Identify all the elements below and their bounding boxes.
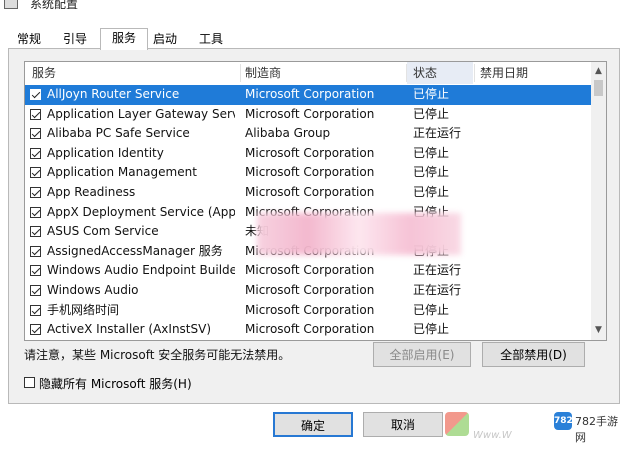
status-cell: 已停止 bbox=[413, 302, 450, 317]
tab-strip: 常规 引导 服务 启动 工具 bbox=[0, 28, 630, 50]
services-list[interactable]: 服务 制造商 状态 禁用日期 AllJoyn Router Service Mic… bbox=[24, 61, 607, 341]
service-checkbox[interactable] bbox=[30, 324, 41, 336]
service-checkbox[interactable] bbox=[30, 304, 41, 316]
manufacturer-cell: Microsoft Corporation bbox=[245, 106, 375, 121]
watermark-url: Www.W bbox=[473, 430, 512, 441]
redaction-blur bbox=[257, 213, 461, 255]
service-name: Application Identity bbox=[47, 145, 164, 160]
service-name: App Readiness bbox=[47, 185, 136, 199]
manufacturer-cell: Microsoft Corporation bbox=[245, 185, 375, 199]
tab-general[interactable]: 常规 bbox=[14, 30, 44, 48]
site-logo-icon: 782 bbox=[554, 412, 573, 430]
manufacturer-cell: Alibaba Group bbox=[245, 126, 331, 141]
table-row[interactable]: Windows Audio Microsoft Corporation 正在运行 bbox=[25, 281, 591, 301]
service-name: AppX Deployment Service (AppX... bbox=[47, 204, 235, 219]
table-row[interactable]: Application Identity Microsoft Corporatio… bbox=[25, 144, 591, 164]
hide-microsoft-services-label[interactable]: 隐藏所有 Microsoft 服务(H) bbox=[39, 375, 192, 392]
service-name: ASUS Com Service bbox=[47, 224, 159, 239]
windows-flag-icon bbox=[445, 412, 469, 436]
service-checkbox[interactable] bbox=[30, 187, 41, 198]
column-header-disabled-date[interactable]: 禁用日期 bbox=[480, 62, 580, 84]
tab-tools[interactable]: 工具 bbox=[196, 30, 226, 48]
table-row[interactable]: App Readiness Microsoft Corporation 已停止 bbox=[25, 183, 591, 203]
service-name: 手机网络时间 bbox=[47, 302, 120, 317]
service-name: Application Layer Gateway Service bbox=[47, 106, 235, 121]
column-header-service[interactable]: 服务 bbox=[32, 62, 232, 84]
service-checkbox[interactable] bbox=[30, 265, 41, 277]
table-row[interactable]: 手机网络时间 Microsoft Corporation 已停止 bbox=[25, 301, 591, 321]
table-row[interactable]: Windows Audio Endpoint Builder Microsoft … bbox=[25, 261, 591, 281]
service-checkbox[interactable] bbox=[30, 128, 41, 140]
windows-watermark: Www.W bbox=[445, 410, 545, 450]
service-name: Alibaba PC Safe Service bbox=[47, 126, 190, 141]
manufacturer-cell: Microsoft Corporation bbox=[245, 87, 375, 101]
cancel-button[interactable]: 取消 bbox=[363, 412, 443, 437]
table-row[interactable]: Alibaba PC Safe Service Alibaba Group 正在运行 bbox=[25, 124, 591, 144]
manufacturer-cell: Microsoft Corporation bbox=[245, 263, 375, 278]
table-row[interactable]: ActiveX Installer (AxInstSV) Microsoft Co… bbox=[25, 320, 591, 340]
scroll-down-icon[interactable]: ▼ bbox=[591, 323, 606, 338]
manufacturer-cell: Microsoft Corporation bbox=[245, 283, 375, 297]
service-checkbox[interactable] bbox=[30, 226, 41, 238]
service-checkbox[interactable] bbox=[30, 89, 41, 100]
site-logo-text: 782手游网 bbox=[575, 415, 618, 444]
tab-startup[interactable]: 启动 bbox=[150, 30, 180, 48]
status-cell: 正在运行 bbox=[413, 283, 462, 297]
service-checkbox[interactable] bbox=[30, 108, 41, 120]
service-name: Windows Audio bbox=[47, 283, 139, 297]
column-divider[interactable] bbox=[240, 64, 241, 82]
manufacturer-cell: Microsoft Corporation bbox=[245, 302, 375, 317]
manufacturer-cell: Microsoft Corporation bbox=[245, 165, 375, 180]
column-header-manufacturer[interactable]: 制造商 bbox=[245, 62, 405, 84]
service-name: Windows Audio Endpoint Builder bbox=[47, 263, 235, 278]
table-row[interactable]: Application Management Microsoft Corporat… bbox=[25, 163, 591, 183]
service-name: AssignedAccessManager 服务 bbox=[47, 243, 223, 258]
list-header: 服务 制造商 状态 禁用日期 bbox=[25, 62, 591, 84]
service-name: Application Management bbox=[47, 165, 197, 180]
disable-all-button[interactable]: 全部禁用(D) bbox=[482, 342, 585, 367]
column-header-status[interactable]: 状态 bbox=[407, 62, 473, 84]
service-checkbox[interactable] bbox=[30, 167, 41, 179]
table-row[interactable]: AllJoyn Router Service Microsoft Corporat… bbox=[25, 85, 591, 105]
table-row[interactable]: Application Layer Gateway Service Microso… bbox=[25, 105, 591, 125]
service-checkbox[interactable] bbox=[30, 206, 41, 218]
vertical-scrollbar[interactable]: ▲ ▼ bbox=[591, 62, 606, 340]
status-cell: 已停止 bbox=[413, 145, 450, 160]
status-cell: 正在运行 bbox=[413, 263, 462, 278]
status-cell: 已停止 bbox=[413, 165, 450, 180]
manufacturer-cell: Microsoft Corporation bbox=[245, 145, 375, 160]
tab-services[interactable]: 服务 bbox=[100, 28, 148, 50]
service-name: ActiveX Installer (AxInstSV) bbox=[47, 322, 212, 337]
status-cell: 已停止 bbox=[413, 185, 450, 199]
tab-boot[interactable]: 引导 bbox=[60, 30, 90, 48]
manufacturer-cell: Microsoft Corporation bbox=[245, 322, 375, 337]
site-logo: 782 782手游网 bbox=[554, 410, 624, 444]
hide-microsoft-services-checkbox[interactable] bbox=[24, 377, 35, 388]
service-name: AllJoyn Router Service bbox=[47, 87, 180, 101]
status-cell: 已停止 bbox=[413, 322, 450, 337]
scroll-up-icon[interactable]: ▲ bbox=[591, 64, 606, 79]
title-bar: 系统配置 bbox=[0, 0, 630, 14]
service-checkbox[interactable] bbox=[30, 285, 41, 296]
enable-all-button[interactable]: 全部启用(E) bbox=[373, 342, 471, 367]
scroll-thumb[interactable] bbox=[594, 80, 603, 96]
system-config-icon bbox=[4, 0, 18, 9]
security-services-note: 请注意，某些 Microsoft 安全服务可能无法禁用。 bbox=[24, 348, 291, 362]
window-title: 系统配置 bbox=[30, 0, 79, 11]
status-cell: 已停止 bbox=[413, 106, 450, 121]
status-cell: 正在运行 bbox=[413, 126, 462, 141]
ok-button[interactable]: 确定 bbox=[273, 412, 353, 437]
service-checkbox[interactable] bbox=[30, 245, 41, 257]
column-divider[interactable] bbox=[474, 64, 475, 82]
service-checkbox[interactable] bbox=[30, 147, 41, 159]
status-cell: 已停止 bbox=[413, 87, 450, 101]
